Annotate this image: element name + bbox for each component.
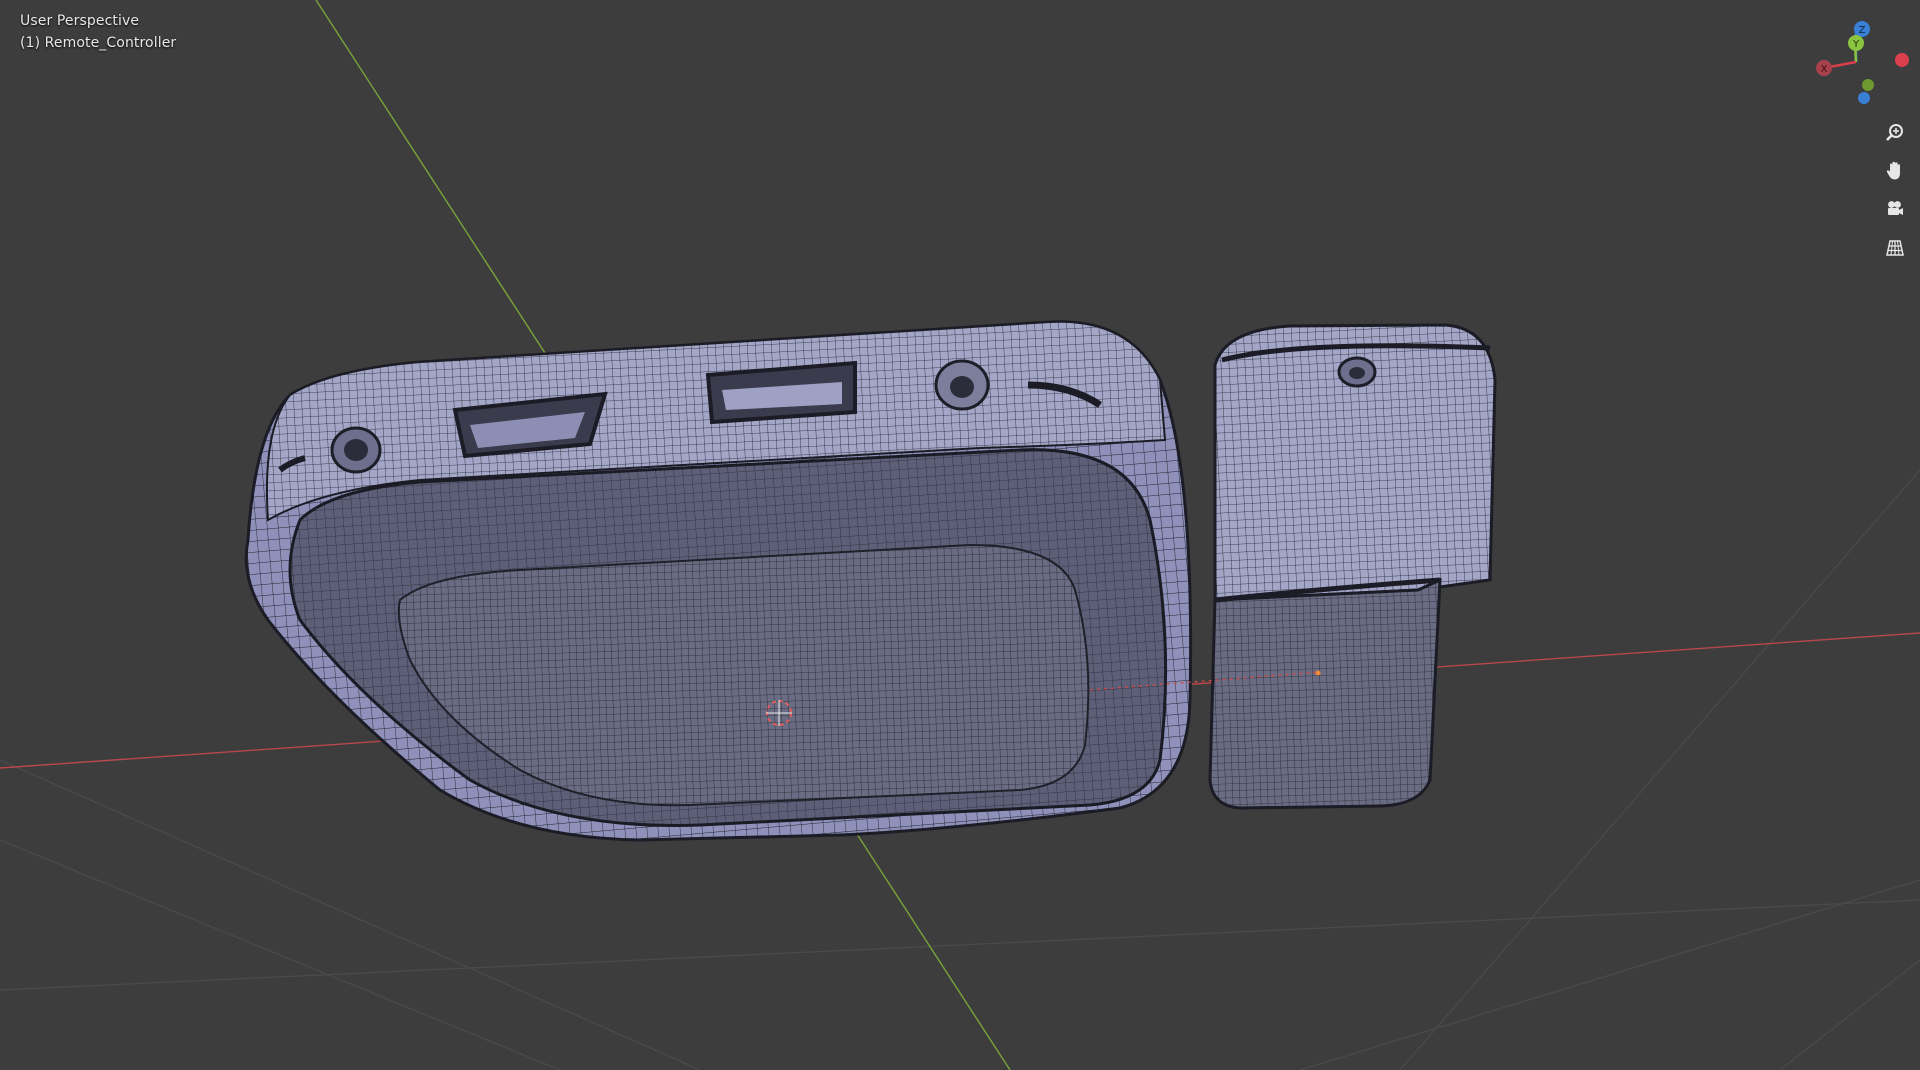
navigation-gizmo[interactable]: Z Y X (1800, 10, 1910, 110)
ortho-grid-icon (1886, 240, 1904, 256)
y-axis-handle[interactable]: Y (1848, 35, 1864, 51)
remote-body-mesh (244, 320, 1193, 842)
z-axis-label: Z (1859, 25, 1866, 36)
y-axis-label: Y (1852, 39, 1860, 50)
view-mode-label: User Perspective (20, 13, 140, 29)
port-round-left (330, 426, 382, 474)
z-axis-handle[interactable]: Z (1854, 21, 1870, 37)
pan-button[interactable] (1880, 156, 1910, 186)
zoom-icon (1886, 124, 1903, 141)
zoom-button[interactable] (1880, 118, 1910, 148)
port-round-right (934, 359, 990, 411)
3d-viewport[interactable]: User Perspective (1) Remote_Controller Z… (0, 0, 1920, 1070)
x-axis-positive-dot (1895, 53, 1909, 67)
port-usb (705, 360, 857, 425)
y-axis-negative-dot (1862, 79, 1874, 91)
scene-canvas[interactable] (0, 0, 1920, 1070)
toggle-perspective-button[interactable] (1880, 233, 1910, 263)
pan-hand-icon (1886, 161, 1900, 180)
x-axis-label: X (1821, 64, 1828, 75)
camera-icon (1888, 201, 1903, 215)
active-object-label: (1) Remote_Controller (20, 35, 177, 51)
camera-view-button[interactable] (1880, 194, 1910, 224)
x-axis-handle[interactable]: X (1816, 60, 1832, 76)
z-axis-negative-dot (1858, 92, 1870, 104)
